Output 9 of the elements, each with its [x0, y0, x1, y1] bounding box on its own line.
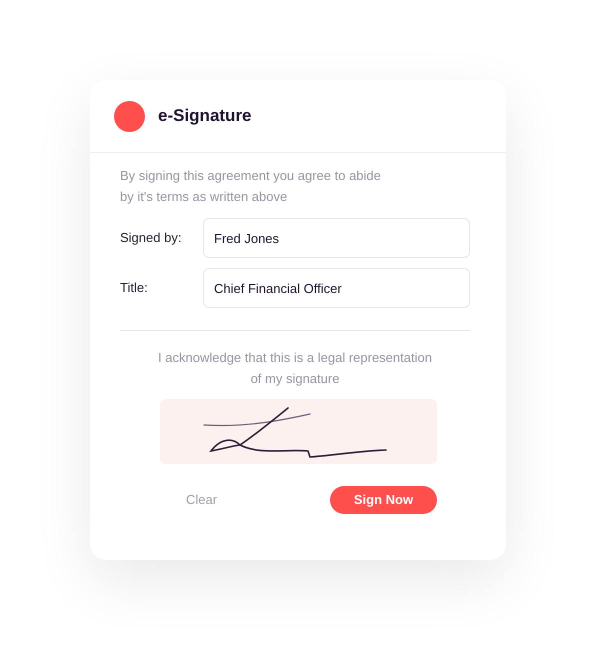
input-field[interactable]: Fred Jones	[203, 218, 470, 258]
input-field[interactable]: Chief Financial Officer	[203, 268, 470, 308]
logo-icon	[114, 100, 145, 132]
intro-text: By signing this agreement you agree to abide by it's terms as written above	[120, 167, 382, 206]
card-title: e-Signature	[158, 105, 252, 128]
field-label: Signed by:	[120, 229, 182, 248]
signature-pad[interactable]	[160, 399, 437, 464]
field-label: Title:	[120, 279, 149, 298]
acknowledgement-text: I acknowledge that this is a legal representation of my signature	[157, 349, 433, 388]
